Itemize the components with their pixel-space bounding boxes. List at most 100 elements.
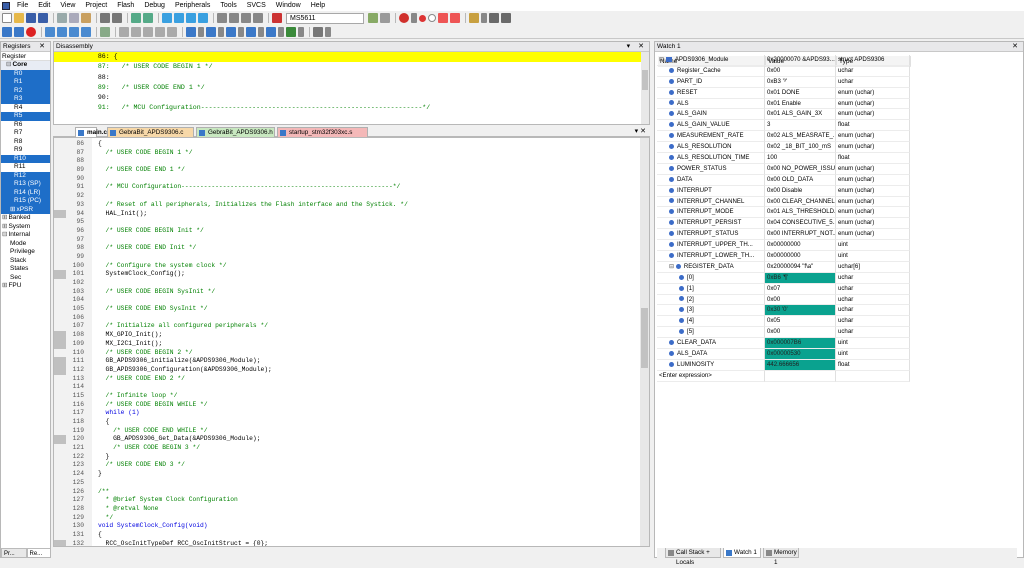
target-select[interactable]: MS5611	[286, 12, 364, 24]
watch-value-cell[interactable]: 0x30 '0'	[765, 305, 836, 317]
show-next-icon[interactable]	[100, 26, 110, 37]
registers-bottom-tab[interactable]: Re...	[26, 548, 50, 557]
code-line[interactable]: 95	[54, 218, 638, 227]
watch-value-cell[interactable]: 0x04 CONSECUTIVE_5...	[765, 218, 836, 230]
code-line[interactable]: 113 /* USER CODE END 2 */	[54, 375, 638, 384]
menu-item-view[interactable]: View	[55, 0, 80, 11]
code-line[interactable]: 111 GB_APDS9306_initialize(&APDS9306_Mod…	[54, 357, 638, 366]
code-line[interactable]: 104	[54, 296, 638, 305]
watch-value-cell[interactable]: 0x20000094 "f\a"	[765, 261, 836, 273]
register-row[interactable]: R2	[1, 86, 50, 95]
watch-row[interactable]: [3] 0x30 '0' uchar	[657, 305, 912, 317]
reset-icon[interactable]	[2, 26, 12, 37]
code-line[interactable]: 112 GB_APDS9306_Configuration(&APDS9306_…	[54, 365, 638, 375]
register-row[interactable]: Stack	[1, 257, 50, 266]
register-row[interactable]: R3	[1, 95, 50, 104]
watch-row[interactable]: INTERRUPT_MODE 0x01 ALS_THRESHOLD... enum …	[657, 207, 912, 219]
watch-row[interactable]: [0] 0xB6 '¶' uchar	[657, 272, 912, 284]
step-out-icon[interactable]	[69, 26, 79, 37]
watch-value-cell[interactable]: 0x00	[765, 294, 836, 306]
register-row[interactable]: R0	[1, 69, 50, 78]
nav-back-icon[interactable]	[131, 13, 141, 23]
register-row[interactable]: R13 (SP)	[1, 180, 50, 189]
register-row[interactable]: Privilege	[1, 248, 50, 257]
register-row[interactable]: Sec	[1, 274, 50, 283]
code-line[interactable]: 89 /* USER CODE END 1 */	[54, 166, 638, 175]
menu-item-file[interactable]: File	[12, 0, 33, 11]
toolbox-icon[interactable]	[313, 26, 323, 37]
code-line[interactable]: 87 /* USER CODE BEGIN 1 */	[54, 149, 638, 158]
code-line[interactable]: 117 while (1)	[54, 409, 638, 418]
watch-value-cell[interactable]: 0xB6 '¶'	[765, 272, 836, 284]
watch-value-cell[interactable]: 0x01 Enable	[765, 98, 836, 110]
code-line[interactable]: 129 */	[54, 514, 638, 523]
watch-value-cell[interactable]: 0x00	[765, 65, 836, 77]
settings-icon[interactable]	[489, 13, 499, 23]
code-line[interactable]: 109 MX_I2C1_Init();	[54, 339, 638, 349]
code-line[interactable]: 123 /* USER CODE END 3 */	[54, 461, 638, 470]
watch-bottom-tab[interactable]: Memory 1	[763, 548, 799, 566]
code-line[interactable]: 121 /* USER CODE BEGIN 3 */	[54, 444, 638, 453]
disassembly-line[interactable]: 90:	[54, 93, 649, 103]
watch-row[interactable]: ALS_DATA 0x00000530 uint	[657, 349, 912, 360]
undo-icon[interactable]	[100, 13, 110, 23]
watch-row[interactable]: INTERRUPT_STATUS 0x00 INTERRUPT_NOT... enu…	[657, 229, 912, 241]
trace-window-icon[interactable]	[266, 26, 276, 37]
expand-icon[interactable]: ⊟	[6, 61, 11, 68]
code-line[interactable]: 91 /* MCU Configuration-----------------…	[54, 183, 638, 192]
code-line[interactable]: 86 {	[54, 140, 638, 149]
watch-row[interactable]: LUMINOSITY 442.666656 float	[657, 359, 912, 371]
code-line[interactable]: 100 /* Configure the system clock */	[54, 262, 638, 271]
watch-row[interactable]: RESET 0x01 DONE enum (uchar)	[657, 87, 912, 99]
watch-row[interactable]: ALS_GAIN_VALUE 3 float	[657, 120, 912, 132]
stop-icon[interactable]	[26, 26, 36, 37]
close-icon[interactable]: ✕	[1012, 42, 1021, 52]
code-line[interactable]: 120 GB_APDS9306_Get_Data(&APDS9306_Modul…	[54, 435, 638, 445]
watch-value-cell[interactable]: 0x00000530	[765, 349, 836, 360]
watch-row[interactable]: [5] 0x00 uchar	[657, 327, 912, 339]
watch-value-cell[interactable]: 0x00000000	[765, 240, 836, 252]
menu-item-svcs[interactable]: SVCS	[242, 0, 271, 11]
code-line[interactable]: 131 {	[54, 531, 638, 540]
watch-row[interactable]: DATA 0x00 OLD_DATA enum (uchar)	[657, 174, 912, 186]
register-row[interactable]: ⊞System	[1, 223, 50, 232]
cut-icon[interactable]	[57, 13, 67, 23]
options-icon[interactable]	[368, 13, 378, 23]
file-tab[interactable]: startup_stm32f303xc.s	[277, 127, 368, 137]
registers-window-icon[interactable]	[155, 26, 165, 37]
close-icon[interactable]: ▾ ✕	[635, 126, 646, 137]
paste-icon[interactable]	[81, 13, 91, 23]
expand-icon[interactable]: ⊞	[2, 214, 7, 221]
chevron-down-icon[interactable]	[411, 13, 417, 23]
code-line[interactable]: 97	[54, 236, 638, 245]
serial-window-icon[interactable]	[226, 26, 236, 37]
code-line[interactable]: 128 * @retval None	[54, 505, 638, 514]
code-line[interactable]: 132 RCC_OscInitTypeDef RCC_OscInitStruct…	[54, 539, 638, 546]
watch-value-cell[interactable]: 3	[765, 120, 836, 132]
menu-item-edit[interactable]: Edit	[33, 0, 55, 11]
watch-value-cell[interactable]: 0x01 ALS_GAIN_3X	[765, 109, 836, 121]
wrench-icon[interactable]	[501, 13, 511, 23]
code-line[interactable]: 126 /**	[54, 488, 638, 497]
code-line[interactable]: 105 /* USER CODE END SysInit */	[54, 305, 638, 314]
disassembly-line[interactable]: 91: /* MCU Configuration----------------…	[54, 103, 649, 113]
command-window-icon[interactable]	[119, 26, 129, 37]
register-row[interactable]: R11	[1, 163, 50, 172]
file-tab[interactable]: main.c	[75, 127, 107, 137]
menu-item-tools[interactable]: Tools	[215, 0, 241, 11]
code-line[interactable]: 115 /* Infinite loop */	[54, 392, 638, 401]
code-line[interactable]: 94 HAL_Init();	[54, 209, 638, 219]
watch-value-cell[interactable]: 0x05	[765, 316, 836, 328]
register-row[interactable]: ⊟Internal	[1, 231, 50, 240]
expand-icon[interactable]: ⊞	[2, 223, 7, 230]
register-row[interactable]: ⊞FPU	[1, 282, 50, 291]
code-line[interactable]: 127 * @brief System Clock Configuration	[54, 496, 638, 505]
expand-icon[interactable]: ⊟	[2, 231, 7, 238]
indent-icon[interactable]	[217, 13, 227, 23]
watch-value-cell[interactable]: 0x00 NO_POWER_ISSUE	[765, 163, 836, 175]
watch-row[interactable]: [2] 0x00 uchar	[657, 294, 912, 306]
code-line[interactable]: 107 /* Initialize all configured periphe…	[54, 322, 638, 331]
watch-row[interactable]: PART_ID 0xB3 '³' uchar	[657, 76, 912, 88]
watch-row[interactable]: <Enter expression>	[657, 370, 912, 382]
register-row[interactable]: R8	[1, 138, 50, 147]
